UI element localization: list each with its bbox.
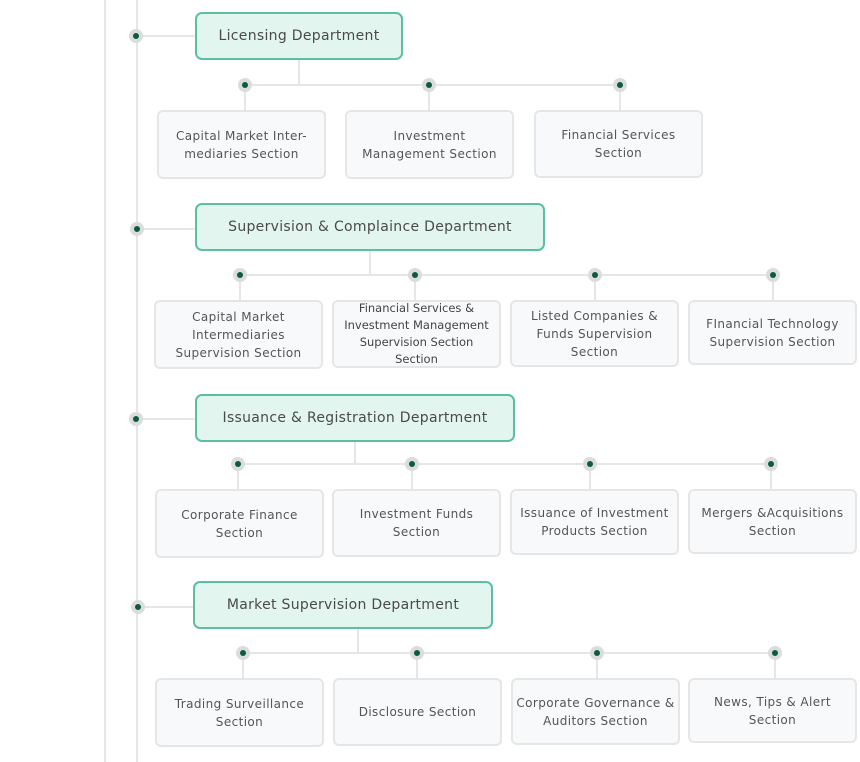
section-box: News, Tips & Alert Section — [688, 678, 857, 743]
department-stem — [354, 442, 356, 464]
section-node-dot — [764, 457, 778, 471]
department-connector — [136, 418, 195, 420]
department-box: Supervision & Complaince Department — [195, 203, 545, 251]
trunk-line — [136, 0, 138, 762]
section-node-dot — [768, 646, 782, 660]
section-node-dot — [583, 457, 597, 471]
section-box: Investment Funds Section — [332, 489, 501, 557]
department-node-dot — [130, 222, 144, 236]
section-node-dot — [236, 646, 250, 660]
section-box: Listed Companies & Funds Supervision Sec… — [510, 300, 679, 367]
department-box: Market Supervision Department — [193, 581, 493, 629]
section-node-dot — [422, 78, 436, 92]
section-node-dot — [613, 78, 627, 92]
section-box: Corporate Finance Section — [155, 489, 324, 558]
department-stem — [369, 251, 371, 275]
outer-border-line — [104, 0, 106, 762]
department-connector — [137, 228, 195, 230]
section-node-dot — [238, 78, 252, 92]
section-box: Capital Market Intermediaries Supervisio… — [154, 300, 323, 369]
section-node-dot — [233, 268, 247, 282]
section-node-dot — [766, 268, 780, 282]
department-stem — [298, 60, 300, 85]
section-box: Corporate Governance & Auditors Section — [511, 678, 680, 745]
section-node-dot — [408, 268, 422, 282]
section-box: Financial Services Section — [534, 110, 703, 178]
department-connector — [138, 606, 193, 608]
section-box: Investment Management Section — [345, 110, 514, 179]
section-node-dot — [231, 457, 245, 471]
department-stem — [357, 629, 359, 653]
section-box: Trading Surveillance Section — [155, 678, 324, 747]
section-box: Capital Market Inter-mediaries Section — [157, 110, 326, 179]
department-box: Issuance & Registration Department — [195, 394, 515, 442]
department-connector — [136, 35, 195, 37]
department-box: Licensing Department — [195, 12, 403, 60]
department-node-dot — [131, 600, 145, 614]
section-box: Mergers &Acquisitions Section — [688, 489, 857, 554]
department-node-dot — [129, 29, 143, 43]
section-node-dot — [405, 457, 419, 471]
section-bus — [243, 652, 775, 654]
section-box: FInancial Technology Supervision Section — [688, 300, 857, 365]
department-node-dot — [129, 412, 143, 426]
section-box: Issuance of Investment Products Section — [510, 489, 679, 555]
section-node-dot — [590, 646, 604, 660]
section-box: Disclosure Section — [333, 678, 502, 746]
section-box: Financial Services & Investment Manageme… — [332, 300, 501, 368]
section-bus — [240, 274, 773, 276]
section-bus — [238, 463, 771, 465]
section-node-dot — [410, 646, 424, 660]
section-node-dot — [588, 268, 602, 282]
